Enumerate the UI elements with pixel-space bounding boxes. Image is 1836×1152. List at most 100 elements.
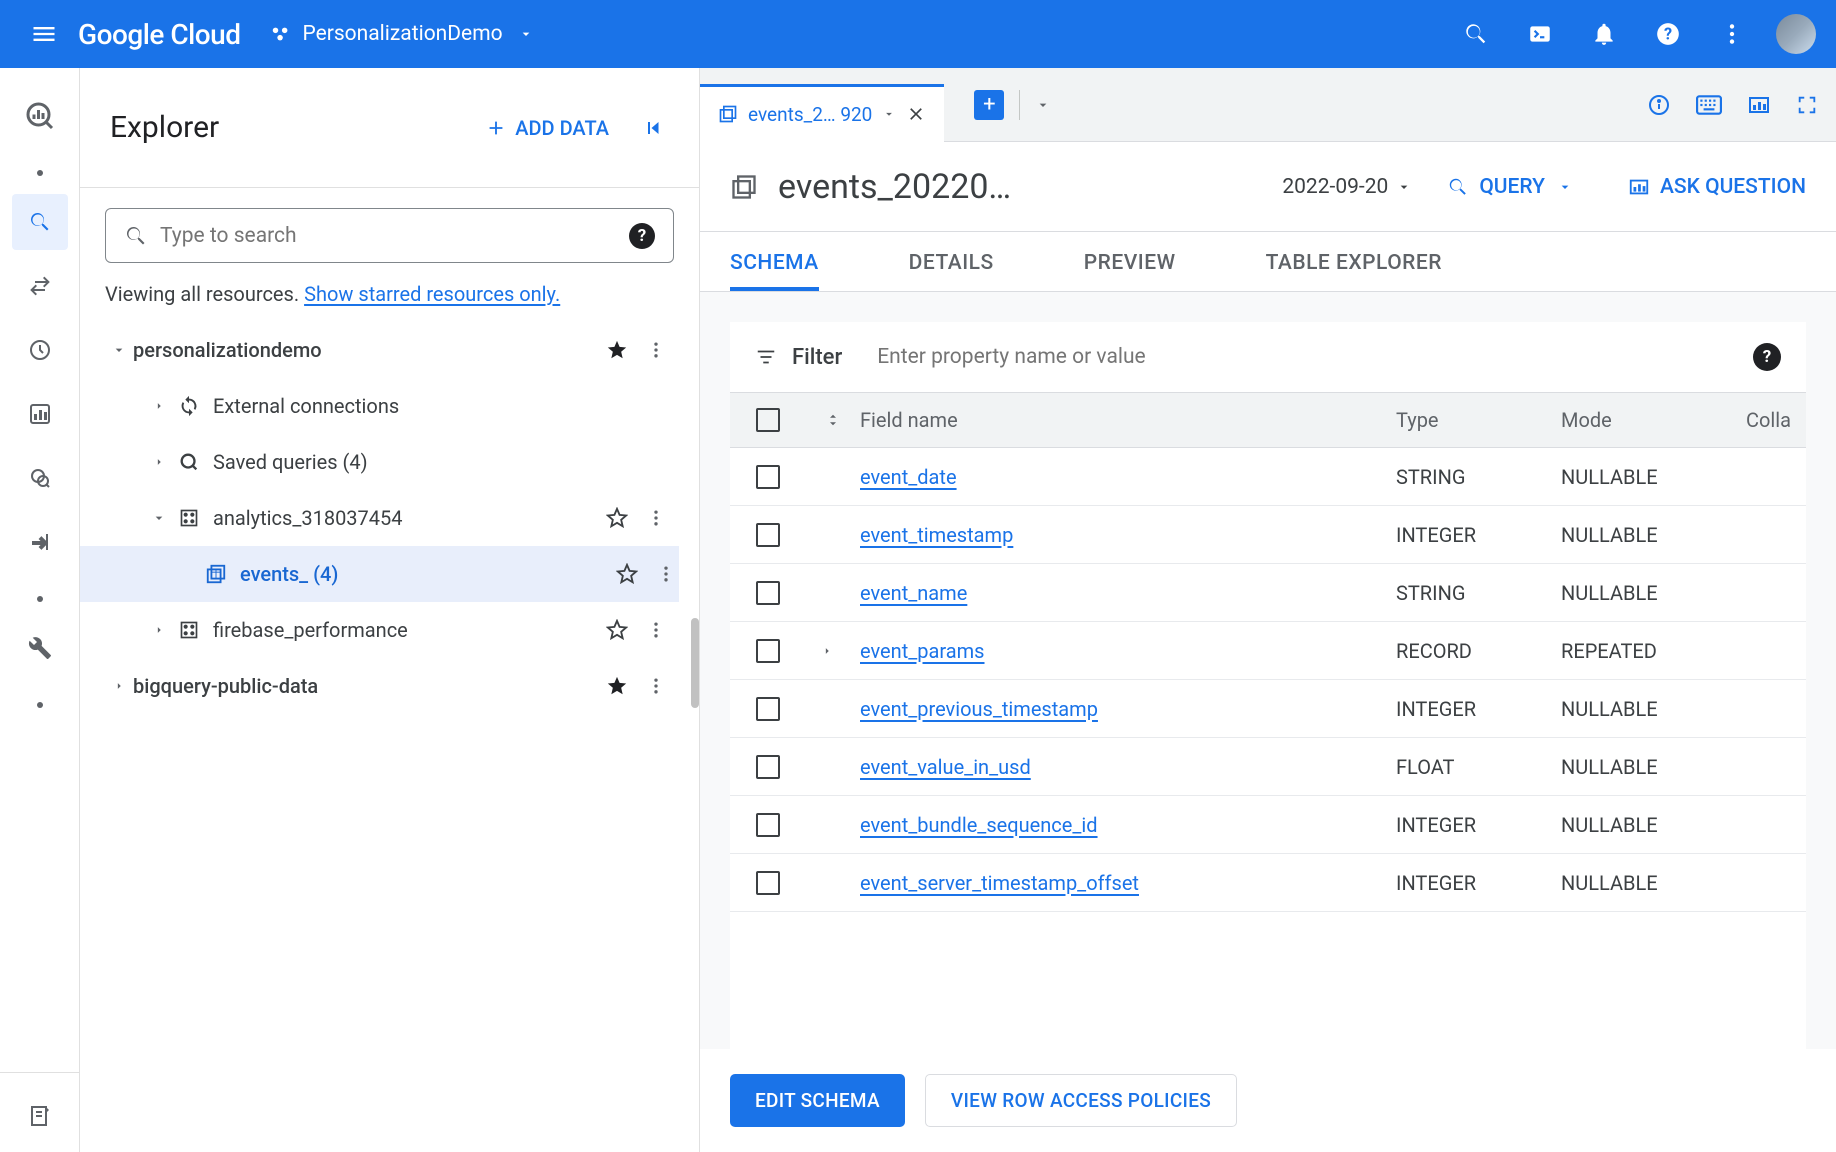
notifications-icon[interactable] bbox=[1580, 10, 1628, 58]
settings-nav-icon[interactable] bbox=[12, 620, 68, 676]
cloud-shell-icon[interactable] bbox=[1516, 10, 1564, 58]
expand-arrow-icon[interactable] bbox=[145, 399, 173, 413]
view-row-access-policies-button[interactable]: VIEW ROW ACCESS POLICIES bbox=[925, 1074, 1237, 1127]
sql-workspace-icon[interactable] bbox=[12, 1088, 68, 1144]
row-checkbox[interactable] bbox=[756, 639, 780, 663]
analytics-nav-icon[interactable] bbox=[12, 386, 68, 442]
field-name-link[interactable]: event_server_timestamp_offset bbox=[860, 871, 1139, 895]
rail-separator-icon bbox=[37, 170, 43, 176]
query-button[interactable]: QUERY bbox=[1447, 175, 1573, 199]
ask-question-button[interactable]: ASK QUESTION bbox=[1628, 175, 1806, 199]
type-header[interactable]: Type bbox=[1396, 408, 1561, 432]
transfers-nav-icon[interactable] bbox=[12, 258, 68, 314]
keyboard-icon[interactable] bbox=[1696, 95, 1722, 115]
expand-arrow-icon[interactable] bbox=[145, 623, 173, 637]
row-checkbox[interactable] bbox=[756, 755, 780, 779]
fullscreen-icon[interactable] bbox=[1796, 94, 1818, 116]
filter-icon bbox=[755, 346, 777, 368]
field-name-link[interactable]: event_value_in_usd bbox=[860, 755, 1031, 779]
tab-overflow-icon[interactable] bbox=[1035, 97, 1051, 113]
collation-header[interactable]: Colla bbox=[1746, 408, 1806, 432]
search-nav-icon[interactable] bbox=[12, 194, 68, 250]
user-avatar[interactable] bbox=[1776, 14, 1816, 54]
star-outline-icon[interactable] bbox=[606, 619, 628, 641]
preview-tab[interactable]: PREVIEW bbox=[1084, 251, 1176, 291]
more-vert-icon[interactable] bbox=[646, 620, 666, 640]
field-name-link[interactable]: event_date bbox=[860, 465, 957, 489]
bi-engine-nav-icon[interactable] bbox=[12, 450, 68, 506]
field-name-link[interactable]: event_previous_timestamp bbox=[860, 697, 1098, 721]
more-vert-icon[interactable] bbox=[646, 508, 666, 528]
search-help-icon[interactable]: ? bbox=[629, 223, 655, 249]
info-icon[interactable] bbox=[1647, 93, 1671, 117]
bigquery-logo-icon[interactable] bbox=[12, 88, 68, 144]
scheduled-nav-icon[interactable] bbox=[12, 322, 68, 378]
filter-help-icon[interactable]: ? bbox=[1753, 343, 1781, 371]
hamburger-menu-icon[interactable] bbox=[20, 10, 68, 58]
explorer-search-input[interactable]: ? bbox=[105, 208, 674, 263]
row-checkbox[interactable] bbox=[756, 697, 780, 721]
table-explorer-tab[interactable]: TABLE EXPLORER bbox=[1266, 251, 1442, 291]
schema-field-row: event_previous_timestampINTEGERNULLABLE bbox=[730, 680, 1806, 738]
expand-arrow-icon[interactable] bbox=[145, 455, 173, 469]
details-tab[interactable]: DETAILS bbox=[909, 251, 994, 291]
more-vert-icon[interactable] bbox=[656, 564, 676, 584]
expand-arrow-icon[interactable] bbox=[105, 679, 133, 693]
field-name-header[interactable]: Field name bbox=[860, 408, 1396, 432]
expand-arrow-icon[interactable] bbox=[105, 342, 133, 358]
more-options-icon[interactable] bbox=[1708, 10, 1756, 58]
external-connections-node[interactable]: External connections bbox=[105, 378, 674, 434]
rail-separator-icon bbox=[37, 702, 43, 708]
mode-header[interactable]: Mode bbox=[1561, 408, 1746, 432]
schema-field-row: event_timestampINTEGERNULLABLE bbox=[730, 506, 1806, 564]
project-selector[interactable]: PersonalizationDemo bbox=[270, 22, 543, 46]
dataset-node[interactable]: analytics_318037454 bbox=[105, 490, 674, 546]
field-name-link[interactable]: event_name bbox=[860, 581, 967, 605]
select-all-checkbox[interactable] bbox=[756, 408, 780, 432]
schema-field-row: event_server_timestamp_offsetINTEGERNULL… bbox=[730, 854, 1806, 912]
close-tab-icon[interactable] bbox=[906, 104, 926, 124]
field-mode: NULLABLE bbox=[1561, 465, 1746, 489]
row-checkbox[interactable] bbox=[756, 813, 780, 837]
star-outline-icon[interactable] bbox=[606, 507, 628, 529]
history-panel-icon[interactable] bbox=[1747, 93, 1771, 117]
row-checkbox[interactable] bbox=[756, 523, 780, 547]
search-icon[interactable] bbox=[1452, 10, 1500, 58]
more-vert-icon[interactable] bbox=[646, 340, 666, 360]
scrollbar-thumb[interactable] bbox=[691, 618, 699, 708]
expand-arrow-icon[interactable] bbox=[145, 510, 173, 526]
schema-filter-input[interactable] bbox=[877, 345, 1753, 369]
add-data-button[interactable]: ADD DATA bbox=[485, 116, 609, 140]
table-title-bar: events_20220… 2022-09-20 QUERY ASK QUEST… bbox=[700, 142, 1836, 232]
row-checkbox[interactable] bbox=[756, 581, 780, 605]
new-tab-button[interactable]: + bbox=[974, 90, 1004, 120]
field-name-link[interactable]: event_bundle_sequence_id bbox=[860, 813, 1098, 837]
saved-queries-node[interactable]: Saved queries (4) bbox=[105, 434, 674, 490]
field-name-link[interactable]: event_timestamp bbox=[860, 523, 1013, 547]
star-filled-icon[interactable] bbox=[606, 339, 628, 361]
sort-icon[interactable] bbox=[805, 411, 860, 429]
more-vert-icon[interactable] bbox=[646, 676, 666, 696]
migration-nav-icon[interactable] bbox=[12, 514, 68, 570]
schema-tab[interactable]: SCHEMA bbox=[730, 251, 819, 291]
dataset-node[interactable]: firebase_performance bbox=[105, 602, 674, 658]
expand-arrow-icon[interactable] bbox=[820, 644, 834, 658]
show-starred-link[interactable]: Show starred resources only. bbox=[304, 282, 560, 306]
row-checkbox[interactable] bbox=[756, 871, 780, 895]
row-checkbox[interactable] bbox=[756, 465, 780, 489]
editor-tab[interactable]: events_2… 920 bbox=[700, 84, 944, 142]
star-filled-icon[interactable] bbox=[606, 675, 628, 697]
collapse-panel-icon[interactable] bbox=[634, 108, 674, 148]
table-node-selected[interactable]: events_ (4) bbox=[80, 546, 679, 602]
star-outline-icon[interactable] bbox=[616, 563, 638, 585]
project-node[interactable]: bigquery-public-data bbox=[105, 658, 674, 714]
table-icon bbox=[718, 104, 738, 124]
field-name-link[interactable]: event_params bbox=[860, 639, 985, 663]
help-icon[interactable]: ? bbox=[1644, 10, 1692, 58]
edit-schema-button[interactable]: EDIT SCHEMA bbox=[730, 1074, 905, 1127]
google-cloud-logo[interactable]: Google Cloud bbox=[78, 18, 240, 51]
project-name: PersonalizationDemo bbox=[302, 22, 502, 46]
partition-date-selector[interactable]: 2022-09-20 bbox=[1282, 175, 1412, 199]
project-node[interactable]: personalizationdemo bbox=[105, 322, 674, 378]
chevron-down-icon[interactable] bbox=[882, 107, 896, 121]
